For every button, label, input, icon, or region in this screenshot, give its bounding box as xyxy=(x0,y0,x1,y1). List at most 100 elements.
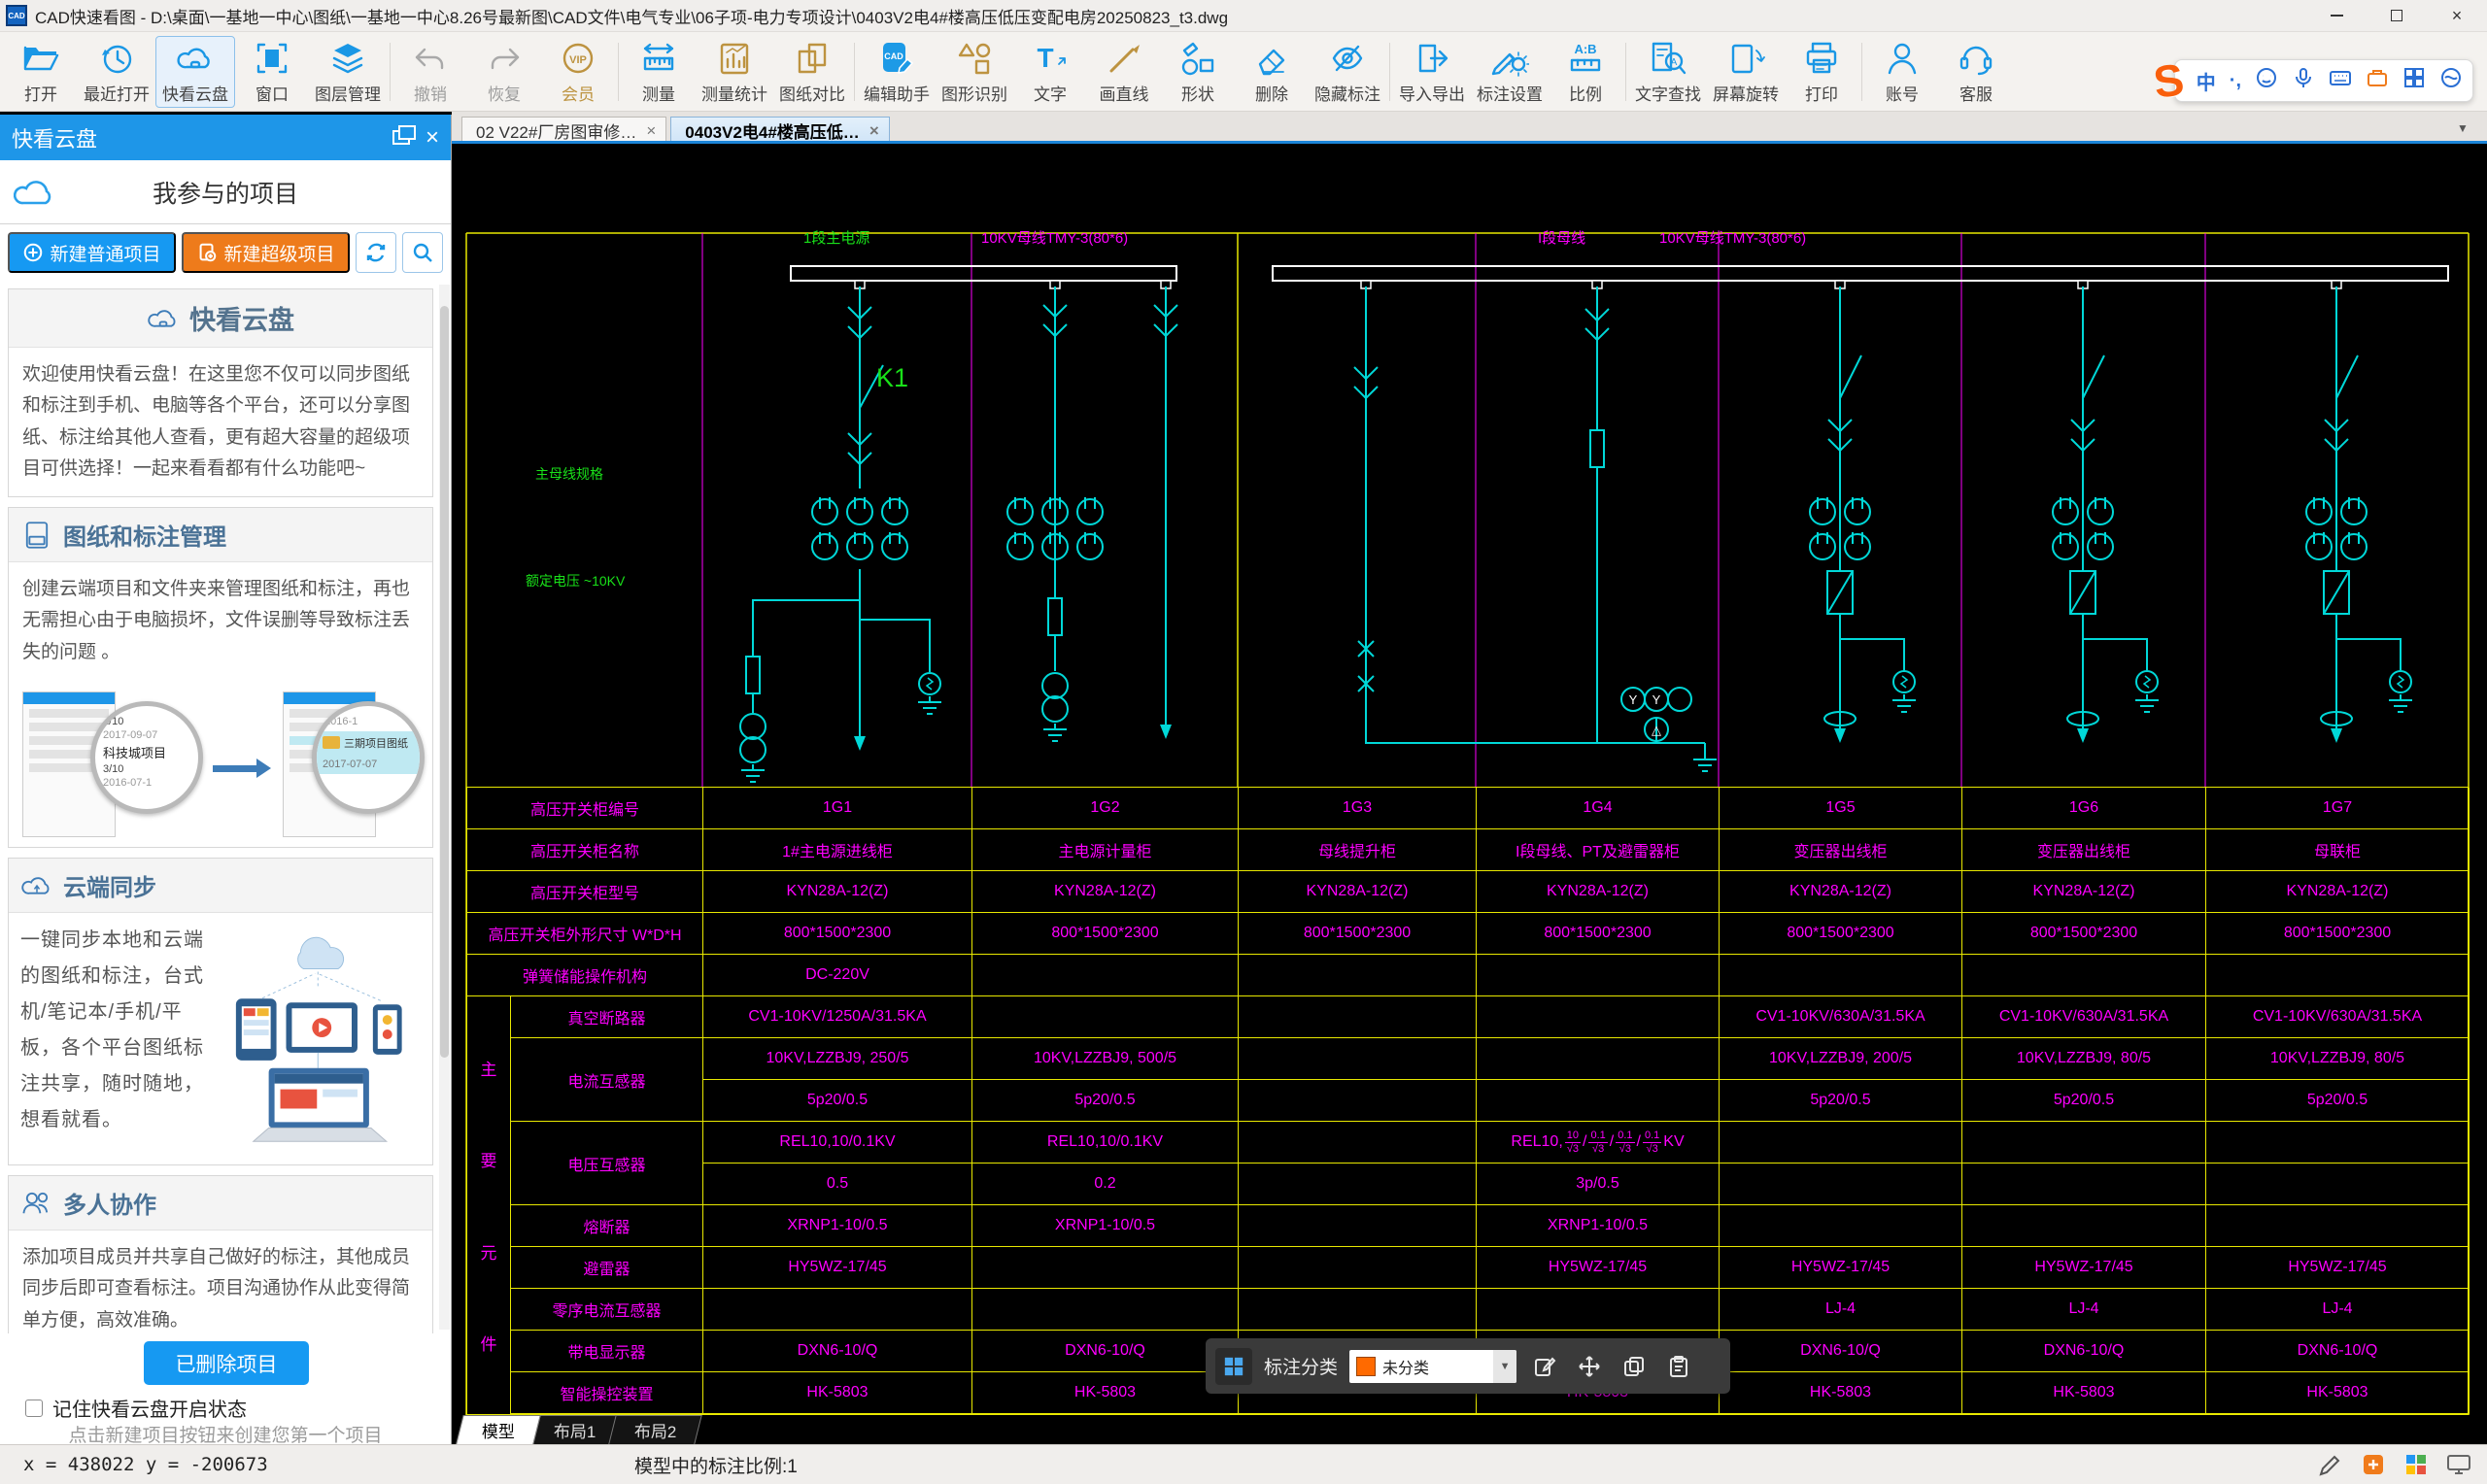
tab-document-2-active[interactable]: 0403V2电4#楼高压低… × xyxy=(670,117,890,144)
table-row-label: 高压开关柜编号 xyxy=(467,788,703,829)
hide-annotation-button[interactable]: 隐藏标注 xyxy=(1309,36,1386,108)
table-cell: HY5WZ-17/45 xyxy=(2206,1247,2470,1289)
shape-recognition-button[interactable]: 图形识别 xyxy=(936,36,1013,108)
recent-open-button[interactable]: 最近打开 xyxy=(78,36,155,108)
category-dropdown[interactable]: 未分类 ▼ xyxy=(1349,1349,1517,1383)
screen-rotate-button[interactable]: 屏幕旋转 xyxy=(1707,36,1785,108)
ime-punctuation-icon[interactable]: ·, xyxy=(2230,70,2241,92)
shapes-button[interactable]: 形状 xyxy=(1161,36,1235,108)
table-cell: DXN6-10/Q xyxy=(703,1331,972,1372)
edit-assistant-button[interactable]: CAD 编辑助手 xyxy=(858,36,936,108)
draw-line-button[interactable]: 画直线 xyxy=(1087,36,1161,108)
delete-button[interactable]: 删除 xyxy=(1235,36,1309,108)
window-button[interactable]: 窗口 xyxy=(235,36,309,108)
panel-title: 快看云盘 xyxy=(12,126,98,152)
ime-toolbox-icon[interactable] xyxy=(2366,66,2389,95)
maximize-button[interactable] xyxy=(2367,0,2427,31)
sync-button[interactable] xyxy=(356,232,396,273)
svg-text:VIP: VIP xyxy=(569,54,587,66)
measure-button[interactable]: 测量 xyxy=(622,36,696,108)
search-button[interactable] xyxy=(402,232,443,273)
customer-service-button[interactable]: 客服 xyxy=(1939,36,2013,108)
tab-document-1[interactable]: 02 V22#厂房图审修… × xyxy=(461,117,667,144)
annotation-settings-button[interactable]: 标注设置 xyxy=(1471,36,1549,108)
find-text-button[interactable]: A 文字查找 xyxy=(1629,36,1707,108)
popout-icon[interactable] xyxy=(392,125,416,145)
table-cell: HY5WZ-17/45 xyxy=(703,1247,972,1289)
edit-annotation-icon[interactable] xyxy=(1528,1350,1561,1383)
move-annotation-icon[interactable] xyxy=(1573,1350,1606,1383)
tab-layout1[interactable]: 布局1 xyxy=(528,1415,623,1444)
minimize-button[interactable] xyxy=(2306,0,2367,31)
bay-divider-lines xyxy=(701,233,2206,787)
table-cell xyxy=(1720,1122,1962,1164)
classify-grid-icon[interactable] xyxy=(1215,1347,1252,1385)
scale-button[interactable]: A:B 比例 xyxy=(1549,36,1622,108)
table-row-label: 智能操控装置 xyxy=(511,1372,703,1414)
table-cell xyxy=(1477,955,1720,996)
doc-plus-icon xyxy=(200,243,217,262)
tab-close-icon[interactable]: × xyxy=(646,121,656,141)
apps-grid-icon[interactable] xyxy=(2403,1452,2429,1477)
title-bar: CAD CAD快速看图 - D:\桌面\一基地一中心\图纸\一基地一中心8.26… xyxy=(0,0,2487,32)
layer-manager-button[interactable]: 图层管理 xyxy=(309,36,387,108)
voltage-row-label: 额定电压 ~10KV xyxy=(526,573,626,589)
table-cell xyxy=(703,1289,972,1331)
panel-close-icon[interactable]: × xyxy=(426,125,439,150)
table-cell xyxy=(2206,1164,2470,1205)
svg-text:A: A xyxy=(1671,57,1678,68)
print-button[interactable]: 打印 xyxy=(1785,36,1858,108)
account-button[interactable]: 账号 xyxy=(1865,36,1939,108)
table-cell: XRNP1-10/0.5 xyxy=(703,1205,972,1247)
drawing-compare-button[interactable]: 图纸对比 xyxy=(773,36,851,108)
tab-close-icon[interactable]: × xyxy=(869,121,879,141)
promo-icon[interactable] xyxy=(2361,1452,2386,1477)
feedback-pencil-icon[interactable] xyxy=(2318,1452,2343,1477)
import-export-button[interactable]: 导入导出 xyxy=(1393,36,1471,108)
table-cell: KYN28A-12(Z) xyxy=(972,871,1239,913)
cloud-drive-button[interactable]: 快看云盘 xyxy=(155,35,235,108)
dropdown-arrow-icon[interactable]: ▼ xyxy=(1493,1349,1517,1383)
table-cell: 800*1500*2300 xyxy=(1239,913,1477,955)
new-super-project-button[interactable]: 新建超级项目 xyxy=(182,232,350,273)
ime-voice-icon[interactable] xyxy=(2292,66,2315,95)
sidebar-scrollbar[interactable] xyxy=(439,285,450,1330)
tab-overflow-button[interactable]: ▼ xyxy=(2448,117,2477,140)
table-cell: 变压器出线柜 xyxy=(1962,829,2206,871)
ime-emoji-icon[interactable] xyxy=(2255,66,2278,95)
text-tool-button[interactable]: T 文字 xyxy=(1013,36,1087,108)
measure-stats-button[interactable]: 测量统计 xyxy=(696,36,773,108)
table-cell xyxy=(1239,1080,1477,1122)
table-cell xyxy=(1962,1205,2206,1247)
table-cell: 5p20/0.5 xyxy=(972,1080,1239,1122)
undo-button[interactable]: 撤销 xyxy=(393,36,467,108)
new-normal-project-button[interactable]: 新建普通项目 xyxy=(8,232,176,273)
manage-title: 图纸和标注管理 xyxy=(63,524,226,552)
table-cell: XRNP1-10/0.5 xyxy=(972,1205,1239,1247)
ime-chinese-mode-icon[interactable]: 中 xyxy=(2197,67,2216,95)
ime-keyboard-icon[interactable] xyxy=(2329,66,2352,95)
redo-button[interactable]: 恢复 xyxy=(467,36,541,108)
table-cell: 3p/0.5 xyxy=(1477,1164,1720,1205)
table-row-label: 弹簧储能操作机构 xyxy=(467,955,703,996)
window-title: CAD快速看图 - D:\桌面\一基地一中心\图纸\一基地一中心8.26号最新图… xyxy=(35,8,1229,27)
paste-annotation-icon[interactable] xyxy=(1662,1350,1695,1383)
remember-state-checkbox[interactable] xyxy=(25,1399,43,1417)
vip-member-button[interactable]: VIP 会员 xyxy=(541,36,615,108)
table-cell: 800*1500*2300 xyxy=(2206,913,2470,955)
close-button[interactable]: × xyxy=(2427,0,2487,31)
deleted-projects-button[interactable]: 已删除项目 xyxy=(144,1341,309,1385)
bus-name-label-right: I段母线 xyxy=(1538,230,1586,247)
ime-skin-grid-icon[interactable] xyxy=(2402,66,2426,95)
table-cell: 1G6 xyxy=(1962,788,2206,829)
cad-canvas[interactable]: Y Y △ 1段主电源 10KV母线TMY-3(80*6) I段母线 10KV母… xyxy=(452,144,2487,1444)
open-button[interactable]: 打开 xyxy=(4,36,78,108)
cloud-lock-icon xyxy=(148,309,176,327)
copy-annotation-icon[interactable] xyxy=(1618,1350,1651,1383)
minimize-icon xyxy=(2330,15,2343,17)
display-icon[interactable] xyxy=(2446,1452,2471,1477)
ime-sogou-wheel-icon[interactable] xyxy=(2439,66,2463,95)
scrollbar-thumb[interactable] xyxy=(440,305,449,1059)
tab-model[interactable]: 模型 xyxy=(456,1415,541,1444)
tab-layout2[interactable]: 布局2 xyxy=(608,1415,703,1444)
